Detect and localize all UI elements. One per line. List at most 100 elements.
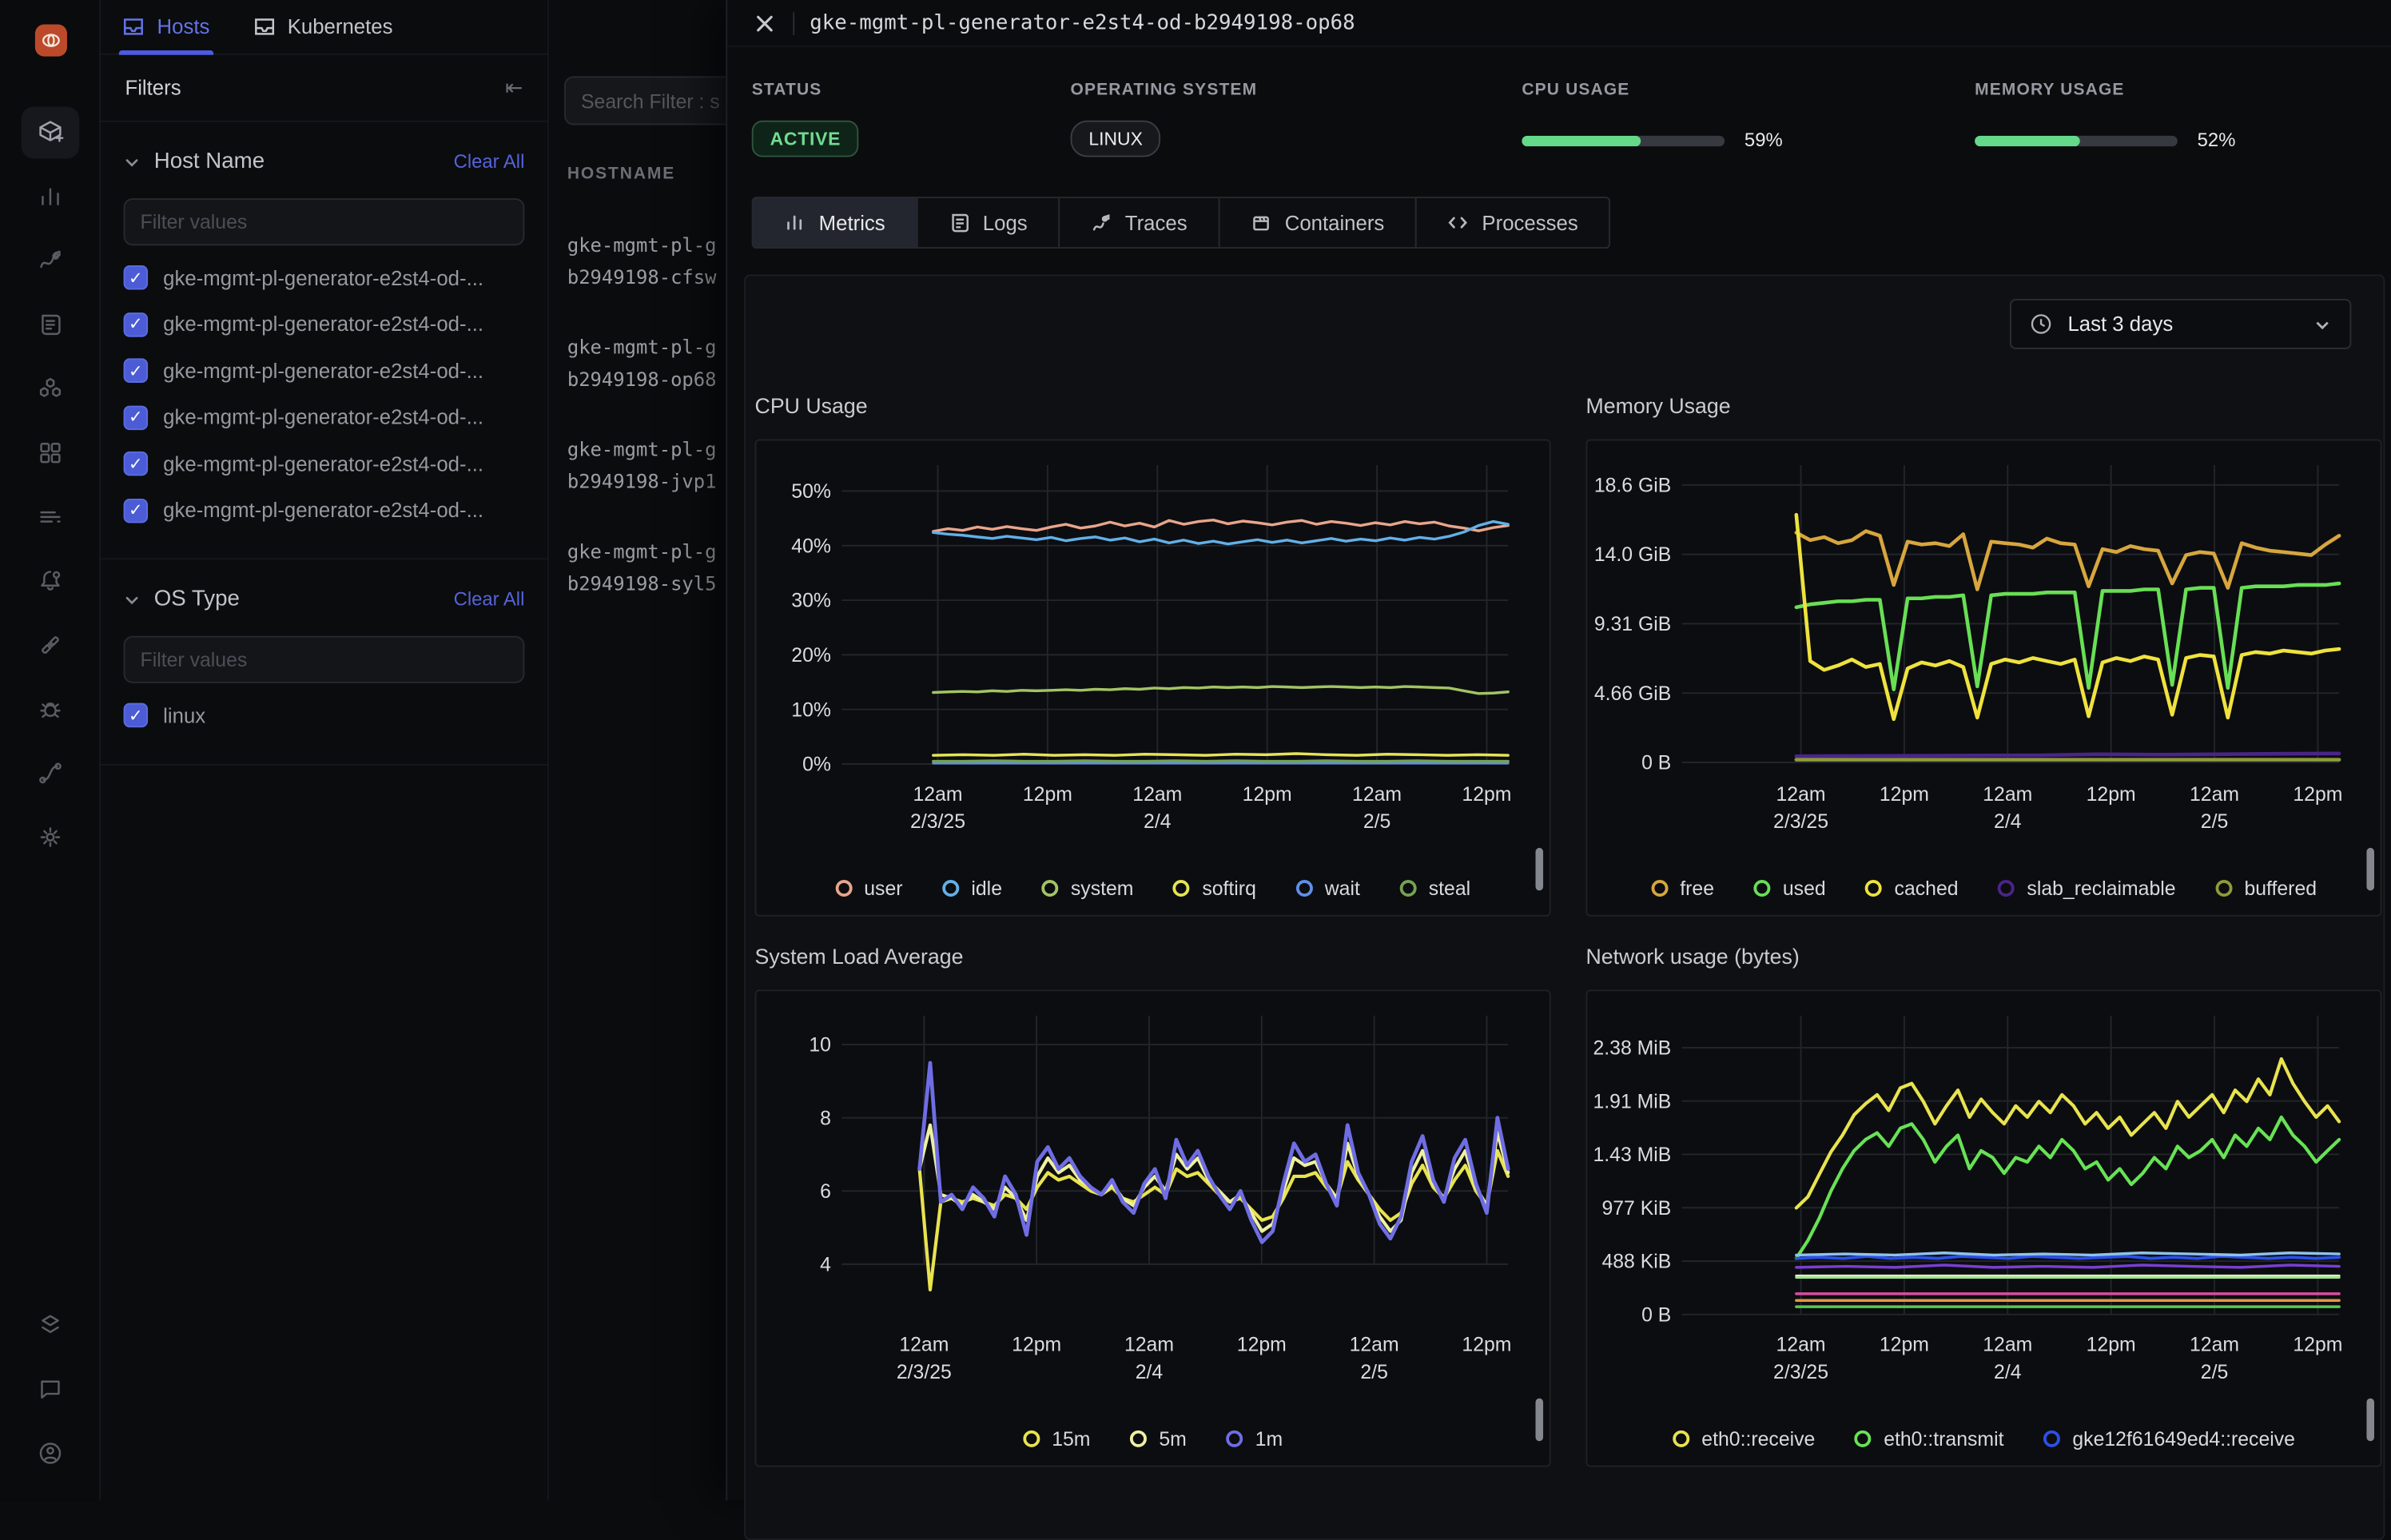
code-brackets-icon — [1447, 212, 1469, 233]
legend-item-steal[interactable]: steal — [1399, 877, 1470, 900]
checkbox-checked-icon[interactable]: ✓ — [124, 498, 149, 523]
chart-card[interactable]: 50%40%30%20%10%0%12am2/3/2512pm12am2/412… — [755, 440, 1551, 917]
legend-label: eth0::transmit — [1884, 1427, 2003, 1450]
clear-all-button[interactable]: Clear All — [454, 151, 525, 173]
rail-item-infra-package-icon[interactable] — [0, 101, 101, 165]
app-root: Hosts Kubernetes Filters ⇤ Host Name Cle… — [0, 0, 2391, 1501]
drawer-tab-containers[interactable]: Containers — [1218, 197, 1417, 249]
rail-item-integrations-plug-icon[interactable] — [0, 613, 101, 677]
chart-card[interactable]: 2.38 MiB1.91 MiB1.43 MiB977 KiB488 KiB0 … — [1585, 989, 2381, 1466]
time-range-select[interactable]: Last 3 days — [2010, 299, 2351, 349]
filter-option[interactable]: ✓ gke-mgmt-pl-generator-e2st4-od-... — [124, 255, 525, 301]
filter-values-input[interactable]: Filter values — [124, 198, 525, 245]
close-icon[interactable] — [755, 13, 775, 33]
filter-section-os-type: OS Type Clear All Filter values✓ linux — [101, 559, 547, 765]
checkbox-checked-icon[interactable]: ✓ — [124, 452, 149, 476]
legend-item-slab_reclaimable[interactable]: slab_reclaimable — [1998, 877, 2175, 900]
host-table-row[interactable]: gke-mgmt-pl-g b2949198-syl5 — [567, 535, 726, 599]
filter-option[interactable]: ✓ gke-mgmt-pl-generator-e2st4-od-... — [124, 487, 525, 534]
host-row-line1: gke-mgmt-pl-g — [567, 331, 726, 363]
svg-text:12am: 12am — [899, 1335, 949, 1356]
filter-option[interactable]: ✓ gke-mgmt-pl-generator-e2st4-od-... — [124, 440, 525, 487]
checkbox-checked-icon[interactable]: ✓ — [124, 265, 149, 290]
rail-item-billing-list-icon[interactable] — [0, 485, 101, 549]
rail-item-layers-icon[interactable] — [0, 1293, 101, 1357]
svg-text:12pm: 12pm — [1880, 784, 1929, 806]
host-title: gke-mgmt-pl-generator-e2st4-od-b2949198-… — [810, 10, 1355, 35]
legend-item-15m[interactable]: 15m — [1023, 1427, 1091, 1450]
filter-option[interactable]: ✓ gke-mgmt-pl-generator-e2st4-od-... — [124, 301, 525, 348]
legend-ring-icon — [835, 880, 852, 897]
svg-text:12am: 12am — [1352, 784, 1402, 806]
rail-item-settings-gear-icon[interactable] — [0, 806, 101, 869]
rail-item-alerts-bell-icon[interactable] — [0, 549, 101, 613]
host-table-row[interactable]: gke-mgmt-pl-g b2949198-jvp1 — [567, 433, 726, 497]
legend-item-cached[interactable]: cached — [1865, 877, 1958, 900]
host-table-row[interactable]: gke-mgmt-pl-g b2949198-cfsw — [567, 229, 726, 292]
host-row-line2: b2949198-syl5 — [567, 567, 726, 599]
legend-item-softirq[interactable]: softirq — [1173, 877, 1256, 900]
rail-item-pipelines-route-icon[interactable] — [0, 741, 101, 805]
drawer-tab-metrics[interactable]: Metrics — [752, 197, 917, 249]
rail-item-exceptions-bug-icon[interactable] — [0, 677, 101, 741]
legend-item-gke12f61649ed4::receive[interactable]: gke12f61649ed4::receive — [2043, 1427, 2295, 1450]
legend-item-eth0::transmit[interactable]: eth0::transmit — [1855, 1427, 2004, 1450]
checkbox-checked-icon[interactable]: ✓ — [124, 405, 149, 430]
drawer-tab-traces[interactable]: Traces — [1058, 197, 1219, 249]
rail-item-logs-scroll-icon[interactable] — [0, 292, 101, 356]
tab-hosts[interactable]: Hosts — [122, 0, 210, 54]
svg-text:4: 4 — [820, 1254, 831, 1275]
drawer-tab-logs[interactable]: Logs — [916, 197, 1060, 249]
legend-scrollbar[interactable] — [1536, 848, 1544, 890]
filter-option[interactable]: ✓ gke-mgmt-pl-generator-e2st4-od-... — [124, 348, 525, 394]
chart-block-2: System Load Average1086412am2/3/2512pm12… — [755, 942, 1551, 1466]
legend-item-wait[interactable]: wait — [1295, 877, 1359, 900]
clear-all-button[interactable]: Clear All — [454, 589, 525, 611]
legend-item-free[interactable]: free — [1651, 877, 1714, 900]
tab-kubernetes[interactable]: Kubernetes — [253, 0, 393, 54]
chart-title: Memory Usage — [1585, 392, 2381, 419]
chart-card[interactable]: 18.6 GiB14.0 GiB9.31 GiB4.66 GiB0 B12am2… — [1585, 440, 2381, 917]
exceptions-bug-icon — [22, 683, 80, 735]
rail-item-account-user-icon[interactable] — [0, 1421, 101, 1485]
legend-item-idle[interactable]: idle — [942, 877, 1002, 900]
bar-chart-icon — [784, 212, 806, 233]
hostname-column-header: HOSTNAME — [567, 165, 675, 183]
filter-values-input[interactable]: Filter values — [124, 636, 525, 683]
checkbox-checked-icon[interactable]: ✓ — [124, 359, 149, 384]
rail-item-traces-route-icon[interactable] — [0, 229, 101, 292]
legend-item-eth0::receive[interactable]: eth0::receive — [1673, 1427, 1815, 1450]
legend-item-system[interactable]: system — [1042, 877, 1134, 900]
chevron-down-icon[interactable] — [124, 591, 141, 607]
legend-scrollbar[interactable] — [2366, 1399, 2374, 1441]
rail-item-services-cubes-icon[interactable] — [0, 357, 101, 421]
legend-scrollbar[interactable] — [2366, 848, 2374, 890]
rail-item-chat-icon[interactable] — [0, 1357, 101, 1421]
app-logo[interactable] — [35, 25, 67, 57]
host-table-row[interactable]: gke-mgmt-pl-g b2949198-op68 — [567, 331, 726, 395]
collapse-panel-icon[interactable]: ⇤ — [505, 74, 523, 100]
checkbox-checked-icon[interactable]: ✓ — [124, 312, 149, 337]
svg-text:4.66 GiB: 4.66 GiB — [1594, 683, 1671, 705]
legend-item-user[interactable]: user — [835, 877, 903, 900]
legend-item-used[interactable]: used — [1754, 877, 1826, 900]
chevron-down-icon[interactable] — [124, 153, 141, 170]
chart-card[interactable]: 1086412am2/3/2512pm12am2/412pm12am2/512p… — [755, 989, 1551, 1466]
filter-option[interactable]: ✓ gke-mgmt-pl-generator-e2st4-od-... — [124, 394, 525, 440]
drawer-tab-processes[interactable]: Processes — [1414, 197, 1609, 249]
legend-label: user — [864, 877, 902, 900]
svg-text:12pm: 12pm — [1012, 1335, 1061, 1356]
legend-item-1m[interactable]: 1m — [1226, 1427, 1283, 1450]
status-label: STATUS — [752, 81, 859, 99]
rail-item-metrics-bar-chart-icon[interactable] — [0, 165, 101, 229]
legend-scrollbar[interactable] — [1536, 1399, 1544, 1441]
legend-item-buffered[interactable]: buffered — [2215, 877, 2317, 900]
status-column: STATUS ACTIVE — [752, 81, 859, 157]
search-filter-input[interactable]: Search Filter : s — [564, 76, 726, 125]
legend-item-5m[interactable]: 5m — [1130, 1427, 1187, 1450]
rail-item-dashboards-grid-icon[interactable] — [0, 421, 101, 485]
drawer-header: gke-mgmt-pl-generator-e2st4-od-b2949198-… — [727, 0, 2391, 47]
cpu-usage-meter: 59% — [1522, 129, 1782, 151]
filter-option[interactable]: ✓ linux — [124, 692, 525, 738]
checkbox-checked-icon[interactable]: ✓ — [124, 703, 149, 728]
